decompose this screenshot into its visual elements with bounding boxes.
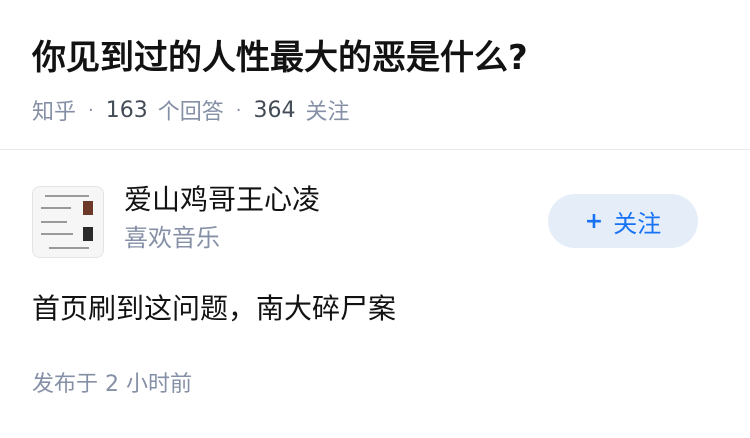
separator-dot: · bbox=[235, 99, 242, 121]
source-label[interactable]: 知乎 bbox=[32, 94, 76, 126]
question-header: 你见到过的人性最大的恶是什么? 知乎 · 163 个回答 · 364 关注 bbox=[0, 0, 750, 150]
answer-count: 163 bbox=[105, 97, 148, 123]
publish-time: 发布于 2 小时前 bbox=[32, 370, 192, 400]
answer-text[interactable]: 首页刷到这问题，南大碎尸案 bbox=[32, 290, 396, 328]
answer-count-label[interactable]: 个回答 bbox=[158, 94, 224, 126]
avatar-detail bbox=[83, 227, 93, 241]
publish-relative-time: 2 小时前 bbox=[105, 372, 193, 397]
plus-icon: + bbox=[584, 208, 604, 234]
separator-dot: · bbox=[88, 99, 94, 121]
author-avatar[interactable] bbox=[32, 186, 104, 258]
avatar-detail bbox=[83, 201, 93, 215]
follow-button[interactable]: + 关注 bbox=[548, 194, 698, 248]
follow-button-label: 关注 bbox=[613, 209, 662, 238]
question-title[interactable]: 你见到过的人性最大的恶是什么? bbox=[32, 36, 528, 80]
answer-card: 爱山鸡哥王心凌 喜欢音乐 + 关注 首页刷到这问题，南大碎尸案 发布于 2 小时… bbox=[0, 150, 750, 438]
author-bio: 喜欢音乐 bbox=[124, 224, 220, 252]
avatar-detail bbox=[45, 195, 89, 197]
avatar-detail bbox=[41, 221, 67, 223]
question-meta: 知乎 · 163 个回答 · 364 关注 bbox=[32, 92, 350, 128]
follower-count-label[interactable]: 关注 bbox=[306, 94, 350, 126]
follower-count: 364 bbox=[253, 97, 296, 123]
avatar-detail bbox=[41, 233, 73, 235]
avatar-detail bbox=[41, 207, 71, 209]
publish-prefix: 发布于 bbox=[32, 372, 99, 397]
avatar-detail bbox=[49, 247, 89, 249]
author-name[interactable]: 爱山鸡哥王心凌 bbox=[124, 182, 320, 218]
